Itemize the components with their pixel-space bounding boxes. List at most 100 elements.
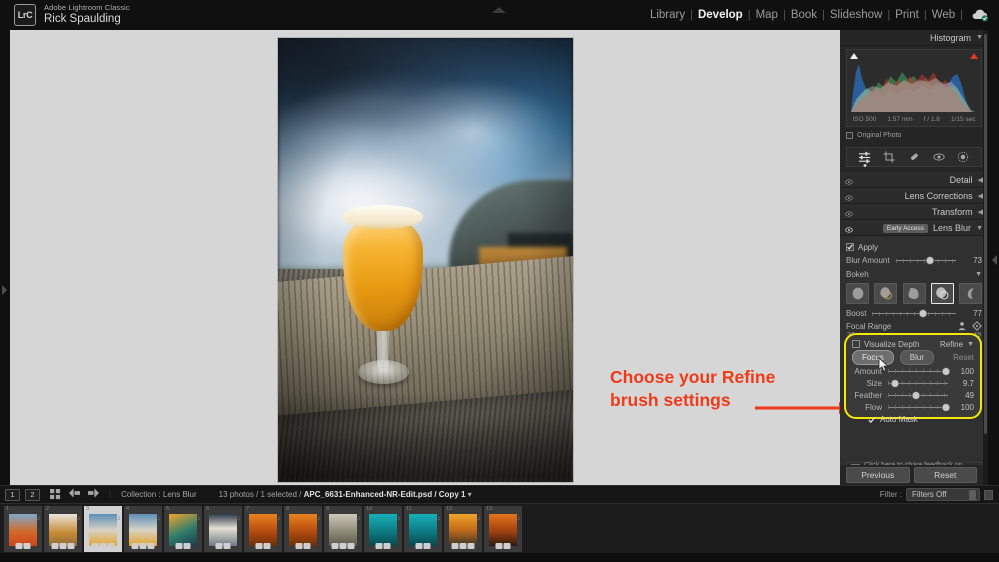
cloud-sync-icon[interactable]: [971, 8, 989, 22]
blur-amount-slider[interactable]: [895, 256, 956, 266]
collection-label[interactable]: Collection : Lens Blur: [121, 490, 197, 499]
chevron-down-icon[interactable]: ▼: [967, 341, 974, 348]
filter-dropdown[interactable]: Filters Off: [906, 488, 980, 501]
back-arrow-icon[interactable]: [69, 488, 80, 501]
blur-brush-button[interactable]: Blur: [899, 349, 935, 365]
chevron-down-icon[interactable]: ▼: [976, 225, 983, 232]
refine-reset-button[interactable]: Reset: [953, 353, 974, 362]
list-item[interactable]: 12: [444, 505, 482, 552]
list-item[interactable]: 2: [44, 505, 82, 552]
blur-amount-row[interactable]: Blur Amount 73: [840, 254, 988, 267]
boost-slider[interactable]: [872, 309, 956, 319]
screen-1-button[interactable]: 1: [5, 488, 20, 501]
panel-header-lens-corrections[interactable]: Lens Corrections ◀: [840, 188, 988, 204]
previous-button[interactable]: Previous: [846, 467, 910, 483]
refine-size-slider[interactable]: [888, 378, 948, 388]
module-library[interactable]: Library: [645, 9, 690, 21]
list-item[interactable]: 7: [244, 505, 282, 552]
list-item[interactable]: 5: [164, 505, 202, 552]
slider-knob[interactable]: [942, 403, 950, 411]
subject-select-icon[interactable]: [957, 321, 967, 333]
refine-feather-slider[interactable]: [888, 390, 948, 400]
filmstrip-collapse-handle-icon[interactable]: [491, 555, 507, 562]
refine-feather-row[interactable]: Feather 49: [846, 389, 980, 401]
eye-icon[interactable]: [845, 225, 853, 233]
module-develop[interactable]: Develop: [693, 9, 748, 21]
radial-filter-icon[interactable]: [956, 150, 970, 164]
masking-icon[interactable]: [858, 150, 872, 164]
chevron-down-icon[interactable]: ▼: [976, 34, 983, 41]
module-book[interactable]: Book: [786, 9, 822, 21]
bokeh-shape-ring[interactable]: [874, 283, 898, 304]
list-item[interactable]: 8: [284, 505, 322, 552]
refine-toggle[interactable]: Refine ▼: [940, 340, 974, 349]
panel-header-detail[interactable]: Detail ◀: [840, 172, 988, 188]
bokeh-shape-circle[interactable]: [846, 283, 869, 304]
histogram-panel-header[interactable]: Histogram ▼: [840, 30, 988, 46]
apply-row[interactable]: Apply: [840, 240, 988, 254]
left-panel-expand-arrow-icon[interactable]: [2, 285, 7, 295]
module-slideshow[interactable]: Slideshow: [825, 9, 887, 21]
list-item[interactable]: 13: [484, 505, 522, 552]
refine-amount-row[interactable]: Amount 100: [846, 365, 980, 377]
list-item[interactable]: 6: [204, 505, 242, 552]
red-eye-icon[interactable]: [932, 150, 946, 164]
refine-size-value[interactable]: 9.7: [954, 379, 974, 388]
list-item[interactable]: 3: [84, 505, 122, 552]
preview-photo[interactable]: [278, 38, 573, 482]
refine-flow-slider[interactable]: [888, 402, 950, 412]
refine-flow-value[interactable]: 100: [954, 403, 974, 412]
visualize-depth-checkbox[interactable]: [852, 340, 860, 348]
module-map[interactable]: Map: [751, 9, 783, 21]
slider-knob[interactable]: [912, 391, 920, 399]
apply-checkbox[interactable]: [846, 243, 854, 251]
bokeh-shape-cat-eye[interactable]: [930, 283, 954, 304]
chevron-down-icon[interactable]: ▾: [468, 490, 472, 499]
slider-knob[interactable]: [926, 257, 934, 264]
bokeh-shape-bubble[interactable]: [959, 283, 982, 304]
bokeh-shape-blade[interactable]: [902, 283, 926, 304]
grid-view-icon[interactable]: [50, 489, 61, 500]
file-name-label[interactable]: APC_6631-Enhanced-NR-Edit.psd / Copy 1: [304, 490, 466, 499]
healing-brush-icon[interactable]: [907, 150, 921, 164]
eye-icon[interactable]: [845, 209, 853, 217]
refine-size-row[interactable]: Size 9.7: [846, 377, 980, 389]
panel-header-lens-blur[interactable]: Early Access Lens Blur ▼: [840, 220, 988, 236]
stepper-icon[interactable]: [969, 490, 976, 500]
left-panel-collapsed[interactable]: [0, 30, 10, 485]
boost-row[interactable]: Boost 77: [840, 307, 988, 320]
refine-flow-row[interactable]: Flow 100: [846, 401, 980, 413]
histogram-graph[interactable]: ISO 500 1.57 mm f / 1.8 1/15 sec: [846, 49, 982, 127]
eye-icon[interactable]: [845, 177, 853, 185]
blur-amount-value[interactable]: 73: [962, 256, 982, 265]
original-photo-checkbox[interactable]: [846, 132, 853, 139]
top-panel-collapse-handle[interactable]: [491, 1, 507, 13]
panel-header-transform[interactable]: Transform ◀: [840, 204, 988, 220]
refine-feather-value[interactable]: 49: [954, 391, 974, 400]
list-item[interactable]: 10: [364, 505, 402, 552]
auto-mask-row[interactable]: Auto Mask: [846, 413, 980, 425]
slider-knob[interactable]: [919, 310, 927, 317]
auto-mask-checkbox[interactable]: [868, 416, 876, 424]
depth-picker-icon[interactable]: [972, 320, 982, 333]
chevron-down-icon[interactable]: ▼: [975, 271, 982, 278]
module-web[interactable]: Web: [927, 9, 960, 21]
list-item[interactable]: 1: [4, 505, 42, 552]
filter-swatch-icon[interactable]: [984, 489, 993, 500]
slider-knob[interactable]: [942, 367, 950, 375]
slider-knob[interactable]: [891, 379, 899, 387]
refine-amount-value[interactable]: 100: [954, 367, 974, 376]
crop-icon[interactable]: [882, 150, 896, 164]
refine-amount-slider[interactable]: [888, 366, 950, 376]
reset-button[interactable]: Reset: [913, 467, 977, 483]
list-item[interactable]: 11: [404, 505, 442, 552]
list-item[interactable]: 4: [124, 505, 162, 552]
list-item[interactable]: 9: [324, 505, 362, 552]
bokeh-row[interactable]: Bokeh ▼: [840, 267, 988, 281]
scrollbar-thumb[interactable]: [984, 34, 987, 434]
module-print[interactable]: Print: [890, 9, 924, 21]
boost-value[interactable]: 77: [962, 309, 982, 318]
screen-2-button[interactable]: 2: [25, 488, 40, 501]
forward-arrow-icon[interactable]: [88, 488, 99, 501]
right-panel-collapse-arrow-icon[interactable]: [992, 255, 997, 265]
